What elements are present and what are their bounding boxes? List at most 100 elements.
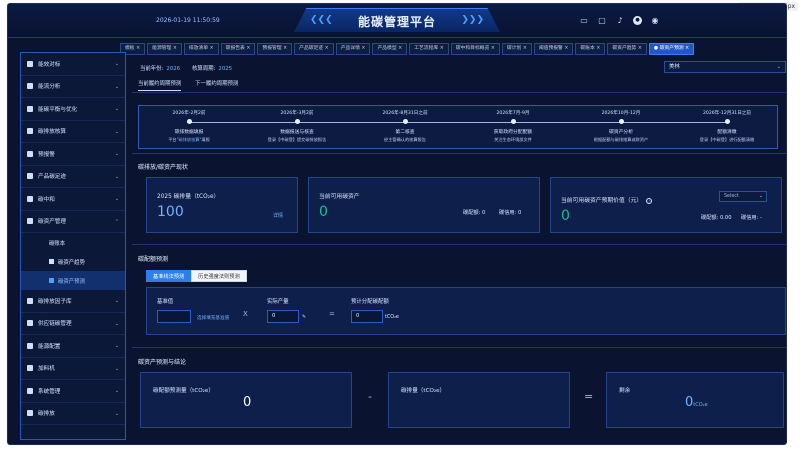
sidebar-item[interactable]: 碳排放因子库 ⌄ bbox=[21, 290, 125, 313]
tab-item-active[interactable]: ● 碳资产预测 × bbox=[648, 43, 695, 55]
menu-icon bbox=[27, 365, 33, 372]
sidebar-item[interactable]: 能流分析 ⌄ bbox=[21, 76, 125, 98]
menu-icon bbox=[27, 410, 33, 417]
tab-item[interactable]: 能源管理 × bbox=[147, 43, 182, 55]
timeline-date: 2026年-8月31日之前 bbox=[382, 111, 428, 116]
tab-label: 工艺流程库 bbox=[414, 46, 439, 51]
period-label: 核算周期: bbox=[192, 66, 216, 72]
sidebar-subitem[interactable]: 碳账本 bbox=[21, 233, 125, 252]
user-badge-icon[interactable]: ● bbox=[633, 16, 642, 25]
sidebar-subitem-active[interactable]: 碳资产预测 bbox=[21, 271, 125, 290]
tab-item[interactable]: 产品碳足迹 × bbox=[294, 43, 334, 55]
avatar-icon[interactable]: ◉ bbox=[650, 16, 660, 25]
sidebar-item[interactable]: 碳排放 ⌄ bbox=[21, 403, 125, 425]
compliance-timeline: 2026年-2月2前 碳排数据填报 平台"碳排放核算"填报 2026年-3月2前… bbox=[138, 105, 778, 149]
sidebar-item-label: 能效对标 bbox=[38, 61, 61, 68]
sidebar-item[interactable]: 碳中和 ⌄ bbox=[21, 188, 125, 211]
sidebar-item[interactable]: 能效对标 ⌄ bbox=[21, 53, 125, 76]
chevron-down-icon: ⌄ bbox=[114, 151, 119, 157]
sidebar-item[interactable]: 产品碳足迹 ⌄ bbox=[21, 166, 125, 188]
baseline-input[interactable] bbox=[157, 310, 191, 323]
available-asset-card: 当前可用碳资产 0 碳配额: 0 碳信用: 0 bbox=[308, 177, 540, 233]
menu-icon bbox=[27, 128, 33, 135]
datetime: 2026-01-19 11:50:59 bbox=[156, 17, 220, 24]
sidebar-item[interactable]: 系统管理 ⌄ bbox=[21, 380, 125, 403]
info-icon[interactable]: ⓘ bbox=[646, 198, 653, 204]
edit-icon[interactable]: ✎ bbox=[302, 315, 306, 320]
output-label: 实际产量 bbox=[267, 299, 289, 305]
tab-label: 碳资产趋势 bbox=[612, 46, 637, 51]
tab-item[interactable]: 碳计划 × bbox=[501, 43, 532, 55]
baseline-label: 基准值 bbox=[157, 299, 174, 305]
tab-item[interactable]: 排放清单 × bbox=[183, 43, 219, 55]
timeline-dot bbox=[510, 119, 516, 124]
screen-icon[interactable]: ▢ bbox=[597, 16, 607, 25]
tab-item[interactable]: 工艺流程库 × bbox=[409, 43, 449, 55]
bell-icon[interactable]: ♪ bbox=[615, 16, 625, 25]
timeline-desc: 登录【中碳登】提交碳排放报告 bbox=[267, 137, 327, 142]
menu-icon bbox=[27, 60, 33, 67]
tab-label: 碳资产预测 bbox=[659, 46, 684, 51]
expected-select-value: Select bbox=[724, 194, 739, 199]
timeline-node: 2026年-3月2前 数据报送与核查 登录【中碳登】提交碳排放报告 bbox=[247, 106, 347, 143]
sidebar-item[interactable]: 加料机 ⌄ bbox=[21, 358, 125, 380]
tab-item[interactable]: 预报管理 × bbox=[257, 43, 293, 55]
sidebar-subitem-label: 碳资产预测 bbox=[58, 278, 85, 285]
sidebar-item-label: 供应链碳管理 bbox=[38, 321, 72, 328]
baseline-method-button[interactable]: 基准线法预测 bbox=[146, 270, 192, 282]
arrows-right-icon: ❯❯❯ bbox=[461, 15, 484, 25]
sidebar-item-label: 加料机 bbox=[38, 366, 55, 373]
chevron-down-icon: ⌄ bbox=[114, 106, 119, 112]
menu-icon bbox=[27, 297, 33, 304]
org-select[interactable]: 美林 ⌄ bbox=[664, 61, 786, 73]
tab-item[interactable]: 碳账本 × bbox=[575, 43, 606, 55]
sidebar-item[interactable]: 供应链碳管理 ⌄ bbox=[21, 313, 125, 335]
sidebar-subitem-label: 碳账本 bbox=[49, 240, 66, 247]
chevron-down-icon: ⌄ bbox=[114, 173, 119, 180]
tab-label: 碳中和目标概览 bbox=[455, 46, 490, 51]
intensity-method-button[interactable]: 历史强度法则预测 bbox=[191, 270, 247, 282]
equals-sign-result: = bbox=[584, 390, 594, 403]
timeline-desc: 关注生态环境部文件 bbox=[494, 137, 532, 142]
sidebar-item[interactable]: 预报警 ⌄ bbox=[21, 143, 125, 166]
times-sign: X bbox=[243, 310, 248, 318]
app-window: 2026-01-19 11:50:59 ❮❮❮ 能碳管理平台 ❯❯❯ ▭ ▢ ♪… bbox=[8, 4, 786, 444]
timeline-desc: 根据配额与碳排推算或财资产 bbox=[593, 137, 649, 142]
sidebar-item[interactable]: 碳排放核算 ⌄ bbox=[21, 121, 125, 143]
tab-label: 排放清单 bbox=[188, 46, 209, 51]
timeline-desc: 经主管确认的核算报告 bbox=[384, 137, 426, 142]
tab-item[interactable]: 碳资产趋势 × bbox=[607, 43, 647, 55]
tab-item[interactable]: 阈值预报警 × bbox=[533, 43, 574, 55]
sidebar-item-expanded[interactable]: 碳资产管理 ⌃ bbox=[21, 211, 125, 233]
sidebar-item[interactable]: 能碳平衡与优化 ⌄ bbox=[21, 98, 125, 121]
tab-item[interactable]: 产品模型 × bbox=[372, 43, 408, 55]
subtab-current[interactable]: 当前履约周期预测 bbox=[138, 79, 182, 91]
quota-forecast-label: 碳配额预测量（tCO₂e） bbox=[153, 388, 214, 394]
predicted-unit: tCO₂e bbox=[385, 315, 399, 320]
emission-detail-link[interactable]: 详情 bbox=[273, 212, 283, 219]
period-value: 2025 bbox=[218, 66, 233, 72]
timeline-dot bbox=[294, 119, 300, 124]
sidebar-item-label: 系统管理 bbox=[38, 388, 61, 395]
subtab-next[interactable]: 下一履约周期预测 bbox=[195, 79, 238, 91]
tab-label: 产品详情 bbox=[340, 46, 360, 51]
tab-item[interactable]: 产品详情 × bbox=[335, 43, 371, 55]
sidebar-item-label: 能流分析 bbox=[38, 84, 61, 91]
output-input[interactable]: 0 bbox=[267, 310, 299, 323]
chevron-down-icon: ⌄ bbox=[114, 410, 119, 417]
timeline-dot bbox=[186, 119, 192, 124]
timeline-date: 2026年-12月31日之前 bbox=[702, 111, 751, 116]
timeline-desc-link[interactable]: "碳排放核算" bbox=[177, 137, 202, 142]
expected-select[interactable]: Select ⌄ bbox=[719, 191, 767, 202]
sidebar-item[interactable]: 能源配置 ⌄ bbox=[21, 335, 125, 358]
tab-item[interactable]: 碳中和目标概览 × bbox=[450, 43, 500, 55]
forecast-section-title: 碳资产预测与结论 bbox=[138, 359, 187, 366]
predicted-input[interactable]: 0 bbox=[351, 310, 383, 323]
sidebar-subitem[interactable]: 碳资产趋势 bbox=[21, 252, 125, 271]
tab-item[interactable]: 碳报告表 × bbox=[220, 43, 256, 55]
timeline-name: 配额清缴 bbox=[717, 130, 737, 135]
chevron-down-icon: ⌄ bbox=[758, 194, 763, 199]
monitor-icon[interactable]: ▭ bbox=[579, 16, 589, 25]
timeline-desc-post: 填报 bbox=[201, 137, 210, 142]
baseline-select-link[interactable]: 选择填充基准值 bbox=[197, 315, 229, 321]
